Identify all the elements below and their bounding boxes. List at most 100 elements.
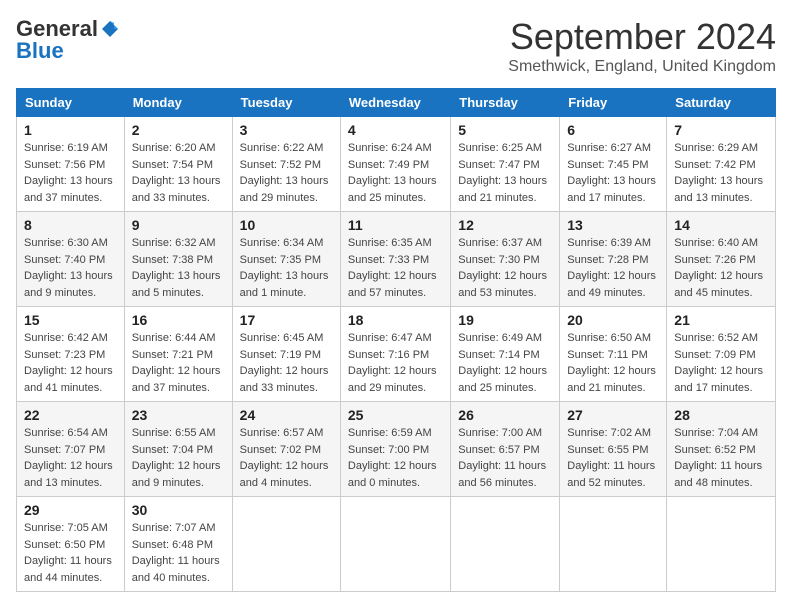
day-number: 9	[132, 217, 225, 233]
calendar-cell: 9 Sunrise: 6:32 AMSunset: 7:38 PMDayligh…	[124, 212, 232, 307]
day-number: 25	[348, 407, 443, 423]
calendar-week-row: 22 Sunrise: 6:54 AMSunset: 7:07 PMDaylig…	[17, 402, 776, 497]
calendar-cell: 17 Sunrise: 6:45 AMSunset: 7:19 PMDaylig…	[232, 307, 340, 402]
calendar-cell	[560, 497, 667, 592]
calendar-cell: 28 Sunrise: 7:04 AMSunset: 6:52 PMDaylig…	[667, 402, 776, 497]
day-number: 3	[240, 122, 333, 138]
logo: General Blue	[16, 16, 120, 64]
logo-icon	[100, 19, 120, 39]
calendar-cell: 25 Sunrise: 6:59 AMSunset: 7:00 PMDaylig…	[340, 402, 450, 497]
day-info: Sunrise: 7:07 AMSunset: 6:48 PMDaylight:…	[132, 522, 220, 584]
day-number: 22	[24, 407, 117, 423]
day-number: 21	[674, 312, 768, 328]
day-number: 6	[567, 122, 659, 138]
calendar-cell: 2 Sunrise: 6:20 AMSunset: 7:54 PMDayligh…	[124, 117, 232, 212]
month-title: September 2024	[508, 16, 776, 58]
day-number: 16	[132, 312, 225, 328]
day-info: Sunrise: 6:55 AMSunset: 7:04 PMDaylight:…	[132, 427, 221, 489]
day-info: Sunrise: 7:00 AMSunset: 6:57 PMDaylight:…	[458, 427, 546, 489]
day-info: Sunrise: 6:32 AMSunset: 7:38 PMDaylight:…	[132, 237, 221, 299]
day-number: 14	[674, 217, 768, 233]
day-info: Sunrise: 6:30 AMSunset: 7:40 PMDaylight:…	[24, 237, 113, 299]
day-info: Sunrise: 7:04 AMSunset: 6:52 PMDaylight:…	[674, 427, 762, 489]
header-monday: Monday	[124, 89, 232, 117]
day-info: Sunrise: 7:02 AMSunset: 6:55 PMDaylight:…	[567, 427, 655, 489]
day-number: 12	[458, 217, 552, 233]
calendar-cell: 22 Sunrise: 6:54 AMSunset: 7:07 PMDaylig…	[17, 402, 125, 497]
day-number: 11	[348, 217, 443, 233]
calendar-cell: 1 Sunrise: 6:19 AMSunset: 7:56 PMDayligh…	[17, 117, 125, 212]
calendar-cell	[451, 497, 560, 592]
day-number: 20	[567, 312, 659, 328]
day-info: Sunrise: 6:27 AMSunset: 7:45 PMDaylight:…	[567, 142, 656, 204]
calendar-cell: 3 Sunrise: 6:22 AMSunset: 7:52 PMDayligh…	[232, 117, 340, 212]
day-number: 23	[132, 407, 225, 423]
day-number: 2	[132, 122, 225, 138]
day-info: Sunrise: 6:24 AMSunset: 7:49 PMDaylight:…	[348, 142, 437, 204]
day-number: 15	[24, 312, 117, 328]
calendar-cell: 18 Sunrise: 6:47 AMSunset: 7:16 PMDaylig…	[340, 307, 450, 402]
day-number: 19	[458, 312, 552, 328]
day-number: 4	[348, 122, 443, 138]
day-number: 8	[24, 217, 117, 233]
day-info: Sunrise: 6:19 AMSunset: 7:56 PMDaylight:…	[24, 142, 113, 204]
page-header: General Blue September 2024 Smethwick, E…	[16, 16, 776, 76]
calendar-week-row: 1 Sunrise: 6:19 AMSunset: 7:56 PMDayligh…	[17, 117, 776, 212]
calendar-cell: 24 Sunrise: 6:57 AMSunset: 7:02 PMDaylig…	[232, 402, 340, 497]
calendar-cell: 15 Sunrise: 6:42 AMSunset: 7:23 PMDaylig…	[17, 307, 125, 402]
day-info: Sunrise: 6:52 AMSunset: 7:09 PMDaylight:…	[674, 332, 763, 394]
day-number: 28	[674, 407, 768, 423]
calendar-cell	[232, 497, 340, 592]
calendar-week-row: 15 Sunrise: 6:42 AMSunset: 7:23 PMDaylig…	[17, 307, 776, 402]
calendar-week-row: 8 Sunrise: 6:30 AMSunset: 7:40 PMDayligh…	[17, 212, 776, 307]
day-info: Sunrise: 6:42 AMSunset: 7:23 PMDaylight:…	[24, 332, 113, 394]
day-number: 13	[567, 217, 659, 233]
header-sunday: Sunday	[17, 89, 125, 117]
day-info: Sunrise: 6:39 AMSunset: 7:28 PMDaylight:…	[567, 237, 656, 299]
day-info: Sunrise: 6:59 AMSunset: 7:00 PMDaylight:…	[348, 427, 437, 489]
calendar-table: SundayMondayTuesdayWednesdayThursdayFrid…	[16, 88, 776, 592]
calendar-cell: 4 Sunrise: 6:24 AMSunset: 7:49 PMDayligh…	[340, 117, 450, 212]
location: Smethwick, England, United Kingdom	[508, 58, 776, 76]
header-saturday: Saturday	[667, 89, 776, 117]
calendar-cell	[340, 497, 450, 592]
logo-text-blue: Blue	[16, 38, 64, 64]
day-info: Sunrise: 6:45 AMSunset: 7:19 PMDaylight:…	[240, 332, 329, 394]
day-info: Sunrise: 6:35 AMSunset: 7:33 PMDaylight:…	[348, 237, 437, 299]
calendar-cell: 13 Sunrise: 6:39 AMSunset: 7:28 PMDaylig…	[560, 212, 667, 307]
header-friday: Friday	[560, 89, 667, 117]
day-number: 26	[458, 407, 552, 423]
day-number: 10	[240, 217, 333, 233]
day-info: Sunrise: 6:37 AMSunset: 7:30 PMDaylight:…	[458, 237, 547, 299]
calendar-cell: 30 Sunrise: 7:07 AMSunset: 6:48 PMDaylig…	[124, 497, 232, 592]
header-thursday: Thursday	[451, 89, 560, 117]
day-info: Sunrise: 6:29 AMSunset: 7:42 PMDaylight:…	[674, 142, 763, 204]
day-info: Sunrise: 6:22 AMSunset: 7:52 PMDaylight:…	[240, 142, 329, 204]
calendar-cell: 11 Sunrise: 6:35 AMSunset: 7:33 PMDaylig…	[340, 212, 450, 307]
day-info: Sunrise: 7:05 AMSunset: 6:50 PMDaylight:…	[24, 522, 112, 584]
day-info: Sunrise: 6:54 AMSunset: 7:07 PMDaylight:…	[24, 427, 113, 489]
calendar-cell: 14 Sunrise: 6:40 AMSunset: 7:26 PMDaylig…	[667, 212, 776, 307]
day-info: Sunrise: 6:40 AMSunset: 7:26 PMDaylight:…	[674, 237, 763, 299]
calendar-cell: 7 Sunrise: 6:29 AMSunset: 7:42 PMDayligh…	[667, 117, 776, 212]
calendar-cell: 10 Sunrise: 6:34 AMSunset: 7:35 PMDaylig…	[232, 212, 340, 307]
day-info: Sunrise: 6:49 AMSunset: 7:14 PMDaylight:…	[458, 332, 547, 394]
day-info: Sunrise: 6:57 AMSunset: 7:02 PMDaylight:…	[240, 427, 329, 489]
header-wednesday: Wednesday	[340, 89, 450, 117]
header-tuesday: Tuesday	[232, 89, 340, 117]
day-info: Sunrise: 6:44 AMSunset: 7:21 PMDaylight:…	[132, 332, 221, 394]
calendar-cell: 5 Sunrise: 6:25 AMSunset: 7:47 PMDayligh…	[451, 117, 560, 212]
day-number: 18	[348, 312, 443, 328]
calendar-cell: 6 Sunrise: 6:27 AMSunset: 7:45 PMDayligh…	[560, 117, 667, 212]
calendar-cell: 16 Sunrise: 6:44 AMSunset: 7:21 PMDaylig…	[124, 307, 232, 402]
calendar-cell: 29 Sunrise: 7:05 AMSunset: 6:50 PMDaylig…	[17, 497, 125, 592]
calendar-cell: 12 Sunrise: 6:37 AMSunset: 7:30 PMDaylig…	[451, 212, 560, 307]
day-info: Sunrise: 6:25 AMSunset: 7:47 PMDaylight:…	[458, 142, 547, 204]
day-number: 24	[240, 407, 333, 423]
day-info: Sunrise: 6:20 AMSunset: 7:54 PMDaylight:…	[132, 142, 221, 204]
day-number: 17	[240, 312, 333, 328]
calendar-cell	[667, 497, 776, 592]
day-number: 30	[132, 502, 225, 518]
calendar-cell: 19 Sunrise: 6:49 AMSunset: 7:14 PMDaylig…	[451, 307, 560, 402]
calendar-cell: 26 Sunrise: 7:00 AMSunset: 6:57 PMDaylig…	[451, 402, 560, 497]
